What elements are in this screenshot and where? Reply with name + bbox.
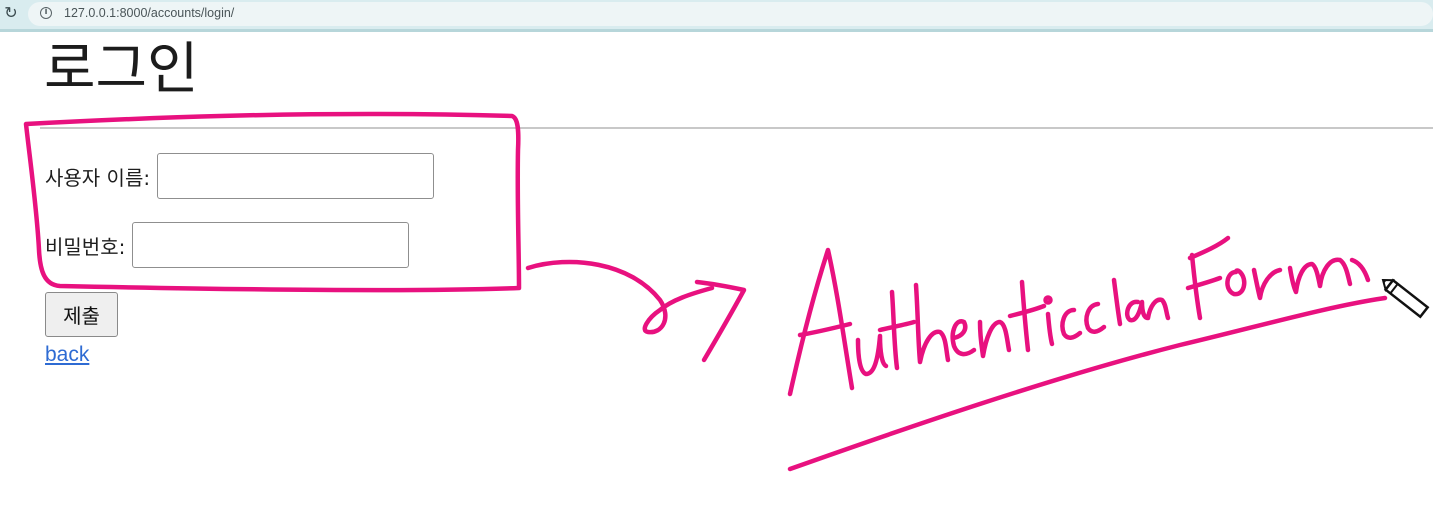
browser-toolbar: ↻ i 127.0.0.1:8000/accounts/login/ [0, 0, 1433, 32]
site-info-icon[interactable]: i [40, 7, 52, 19]
divider [40, 127, 1433, 129]
password-row: 비밀번호: [45, 222, 410, 268]
annotation-arrowhead [694, 279, 747, 363]
reload-icon[interactable]: ↻ [2, 3, 20, 23]
username-input[interactable] [157, 153, 435, 199]
password-label: 비밀번호: [45, 234, 126, 259]
url-text[interactable]: 127.0.0.1:8000/accounts/login/ [64, 6, 234, 20]
address-bar[interactable]: i 127.0.0.1:8000/accounts/login/ [28, 2, 1433, 26]
pencil-cursor-icon [1381, 278, 1430, 319]
back-link[interactable]: back [45, 343, 89, 367]
annotation-arrow [525, 259, 715, 335]
username-label: 사용자 이름: [45, 165, 151, 190]
annotation-underline [787, 295, 1388, 472]
page-title: 로그인 [44, 37, 199, 102]
submit-button[interactable]: 제출 [45, 292, 118, 337]
password-input[interactable] [132, 222, 410, 268]
annotation-word [787, 235, 1371, 397]
username-row: 사용자 이름: [45, 153, 435, 199]
